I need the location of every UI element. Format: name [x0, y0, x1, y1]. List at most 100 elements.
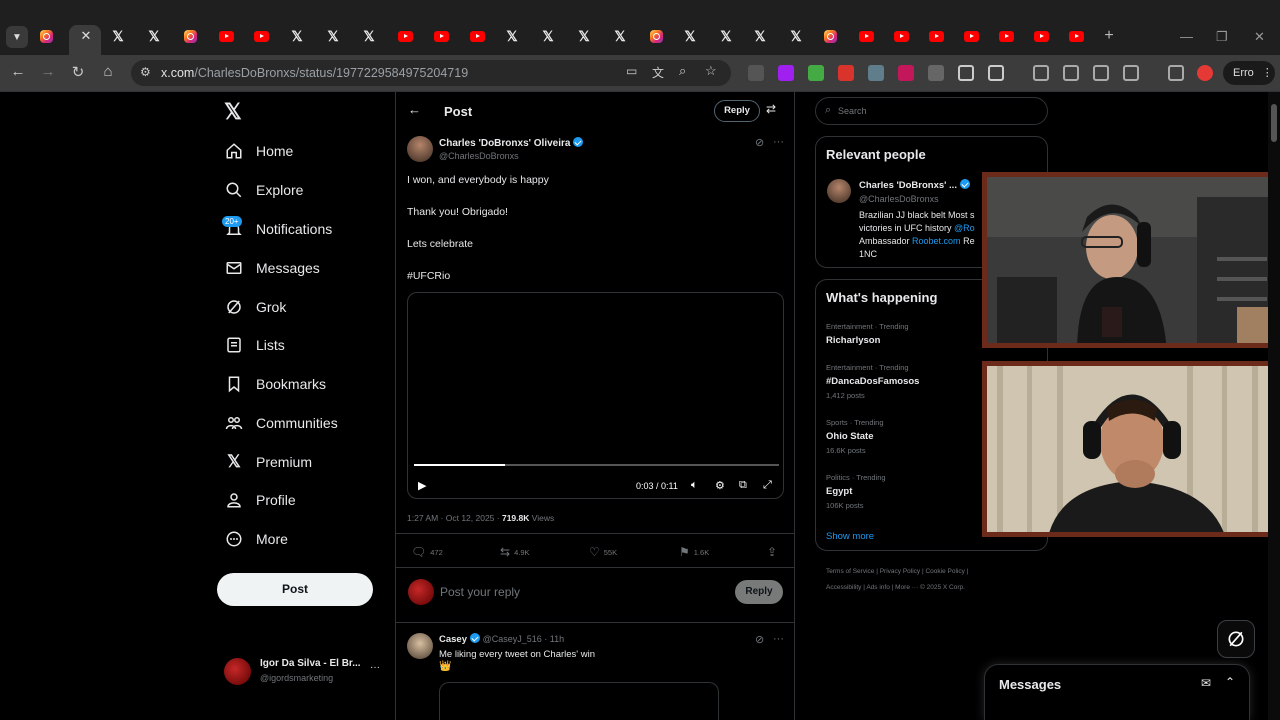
home-browser-icon[interactable]: ⌂ — [98, 63, 118, 80]
video-progress-bar[interactable] — [414, 464, 779, 466]
tab-x[interactable]: 𝕏 — [612, 28, 628, 44]
reload-icon[interactable]: ↻ — [68, 63, 88, 81]
download-extension-icon[interactable] — [778, 65, 794, 81]
messages-drawer[interactable]: Messages ✉ ⌃ — [984, 664, 1250, 720]
tab-x[interactable]: 𝕏 — [576, 28, 592, 44]
account-switcher[interactable]: Igor Da Silva - El Br... @igordsmarketin… — [224, 656, 384, 686]
extensions-puzzle-icon[interactable] — [988, 65, 1004, 81]
key-extension-icon[interactable] — [1093, 65, 1109, 81]
reply-media[interactable] — [439, 682, 719, 720]
tab-x[interactable]: 𝕏 — [682, 28, 698, 44]
back-icon[interactable]: ← — [8, 63, 28, 80]
bio-mention-link[interactable]: @Ro — [954, 223, 975, 233]
tab-youtube[interactable] — [998, 28, 1014, 44]
reply-author-row[interactable]: Casey @CaseyJ_516 · 11h — [439, 633, 564, 645]
scrollbar-thumb[interactable] — [1271, 104, 1277, 142]
sidebar-item-explore[interactable]: Explore — [224, 178, 303, 202]
page-scrollbar[interactable] — [1268, 92, 1280, 720]
person-avatar[interactable] — [827, 179, 851, 203]
profile-avatar-icon[interactable] — [1197, 65, 1213, 81]
chat-extension-icon[interactable] — [898, 65, 914, 81]
lens-extension-icon[interactable] — [1123, 65, 1139, 81]
tab-x[interactable]: 𝕏 — [788, 28, 804, 44]
minimize-icon[interactable]: — — [1180, 29, 1193, 44]
grok-fab-button[interactable] — [1217, 620, 1255, 658]
reply-input[interactable]: Post your reply — [440, 585, 520, 599]
sidebar-item-communities[interactable]: Communities — [224, 411, 338, 435]
profile-error-pill[interactable]: Erro ⋮ — [1223, 61, 1275, 85]
footer-links[interactable]: Terms of Service | Privacy Policy | Cook… — [826, 568, 968, 575]
tab-youtube[interactable] — [253, 28, 269, 44]
new-tab-icon[interactable]: + — [1101, 27, 1117, 44]
tweet-more-icon[interactable]: ··· — [773, 136, 784, 148]
share-action[interactable]: ⇪ — [767, 545, 781, 559]
like-action[interactable]: ♡ 55K — [589, 545, 617, 559]
video-settings-icon[interactable]: ⚙ — [715, 479, 725, 492]
bookmark-action[interactable]: ⚑ 1.6K — [679, 545, 709, 559]
sidebar-item-grok[interactable]: Grok — [224, 295, 286, 319]
tab-youtube[interactable] — [858, 28, 874, 44]
calendar-extension-icon[interactable] — [868, 65, 884, 81]
tab-youtube[interactable] — [963, 28, 979, 44]
play-icon[interactable]: ▶ — [418, 479, 426, 492]
address-bar[interactable]: ⚙ x.com/CharlesDoBronxs/status/197722958… — [131, 60, 731, 86]
tab-youtube[interactable] — [433, 28, 449, 44]
star-extension-icon[interactable] — [1063, 65, 1079, 81]
sidebar-item-messages[interactable]: Messages — [224, 256, 320, 280]
close-window-icon[interactable]: ✕ — [1254, 29, 1265, 45]
footer-links[interactable]: Accessibility | Ads info | More ··· © 20… — [826, 584, 965, 591]
tab-youtube[interactable] — [1033, 28, 1049, 44]
forward-icon[interactable]: → — [38, 63, 58, 80]
menu-kebab-icon[interactable]: ⋮ — [1262, 67, 1273, 79]
repost-action[interactable]: ⇆ 4.9K — [500, 545, 530, 559]
grok-explain-icon[interactable]: ⊘ — [755, 136, 764, 149]
tab-youtube[interactable] — [397, 28, 413, 44]
tab-instagram[interactable] — [38, 28, 54, 44]
tab-x[interactable]: 𝕏 — [540, 28, 556, 44]
url-text[interactable]: x.com/CharlesDoBronxs/status/19772295849… — [161, 66, 468, 80]
tab-x[interactable]: 𝕏 — [752, 28, 768, 44]
tab-instagram[interactable] — [822, 28, 838, 44]
sidebar-item-bookmarks[interactable]: Bookmarks — [224, 372, 326, 396]
vpn-extension-icon[interactable] — [1033, 65, 1049, 81]
reply-action[interactable]: 🗨︎ 472 — [411, 545, 443, 559]
x-logo[interactable]: 𝕏 — [224, 99, 242, 125]
sidebar-item-home[interactable]: Home — [224, 139, 293, 163]
sidebar-item-more[interactable]: More — [224, 527, 288, 551]
tab-youtube[interactable] — [928, 28, 944, 44]
tab-instagram[interactable] — [182, 28, 198, 44]
account-more-icon[interactable]: ··· — [370, 662, 380, 673]
tab-youtube[interactable] — [218, 28, 234, 44]
flag-extension-icon[interactable] — [838, 65, 854, 81]
bookmark-star-icon[interactable]: ☆ — [705, 63, 717, 79]
tab-x[interactable]: 𝕏 — [504, 28, 520, 44]
tab-youtube[interactable] — [893, 28, 909, 44]
media-control-icon[interactable] — [1168, 65, 1184, 81]
reply-submit-button[interactable]: Reply — [735, 580, 783, 604]
collapse-up-icon[interactable]: ⌃ — [1225, 675, 1235, 689]
video-player[interactable]: ▶ 0:03 / 0:11 🔈︎ ⚙ ⧉ ⤢ — [407, 292, 784, 499]
sidebar-item-profile[interactable]: Profile — [224, 488, 296, 512]
fullscreen-icon[interactable]: ⤢ — [763, 479, 772, 492]
grok-explain-icon[interactable]: ⊘ — [755, 633, 764, 646]
back-arrow-icon[interactable]: ← — [408, 102, 421, 117]
tab-x[interactable]: 𝕏 — [325, 28, 341, 44]
tab-x[interactable]: 𝕏 — [146, 28, 162, 44]
show-more-link[interactable]: Show more — [826, 531, 874, 542]
site-info-icon[interactable]: ⚙ — [140, 65, 151, 79]
tab-youtube[interactable] — [469, 28, 485, 44]
restore-icon[interactable]: ❐ — [1216, 29, 1228, 45]
tab-x[interactable]: 𝕏 — [110, 28, 126, 44]
tab-x[interactable]: 𝕏 — [289, 28, 305, 44]
post-button[interactable]: Post — [217, 573, 373, 606]
settings-sliders-icon[interactable]: ⇄ — [766, 102, 776, 116]
new-message-icon[interactable]: ✉ — [1201, 676, 1211, 690]
volume-icon[interactable]: 🔈︎ — [691, 479, 698, 492]
tab-x[interactable]: 𝕏 — [718, 28, 734, 44]
reply-more-icon[interactable]: ··· — [773, 633, 784, 645]
screen-extension-icon[interactable] — [958, 65, 974, 81]
tab-x[interactable]: 𝕏 — [361, 28, 377, 44]
tab-instagram[interactable] — [648, 28, 664, 44]
picture-in-picture-icon[interactable]: ⧉ — [739, 479, 747, 492]
author-avatar[interactable] — [407, 136, 433, 162]
